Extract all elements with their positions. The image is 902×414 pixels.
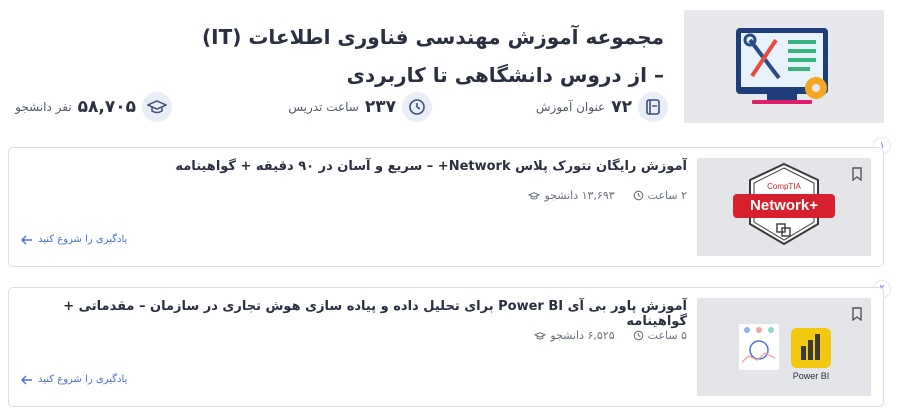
stat-students: ۵۸,۷۰۵ نفر دانشجو: [15, 92, 172, 122]
monitor-tools-icon: [684, 10, 884, 123]
start-learning-link[interactable]: یادگیری را شروع کنید: [21, 234, 127, 245]
stat-students-label: نفر دانشجو: [15, 100, 72, 114]
start-learning-label: یادگیری را شروع کنید: [38, 234, 128, 245]
course-students: ۶,۵۲۵ دانشجو: [550, 329, 615, 342]
arrow-left-icon: [21, 375, 32, 384]
arrow-left-icon: [21, 235, 32, 244]
course-meta: ۱۳,۶۹۳ دانشجو ۲ ساعت: [528, 189, 687, 202]
stat-students-value: ۵۸,۷۰۵: [77, 97, 136, 117]
stat-lessons-label: عنوان آموزش: [535, 100, 606, 114]
course-meta: ۶,۵۲۵ دانشجو ۵ ساعت: [534, 329, 687, 342]
collection-title: مجموعه آموزش مهندسی فناوری اطلاعات (IT) …: [201, 25, 664, 87]
clock-icon: [402, 92, 432, 122]
course-card[interactable]: Power BI آموزش پاور بی آی Power BI برای …: [8, 287, 884, 407]
start-learning-label: یادگیری را شروع کنید: [38, 374, 128, 385]
course-duration: ۵ ساعت: [647, 329, 687, 342]
course-card[interactable]: CompTIA Network+ آموزش رایگان نتورک پلاس…: [8, 147, 884, 267]
course-title[interactable]: آموزش رایگان نتورک پلاس Network+ – سریع …: [37, 159, 687, 174]
course-students: ۱۳,۶۹۳ دانشجو: [544, 189, 615, 202]
clock-icon: [633, 330, 643, 341]
course-title[interactable]: آموزش پاور بی آی Power BI برای تحلیل داد…: [37, 299, 687, 329]
thumb-brand-text: CompTIA: [767, 182, 801, 191]
graduation-cap-icon: [534, 331, 547, 340]
clock-icon: [633, 190, 643, 201]
bookmark-icon[interactable]: [851, 166, 863, 185]
stat-hours-label: ساعت تدریس: [288, 100, 359, 114]
course-duration: ۲ ساعت: [647, 189, 687, 202]
collection-thumbnail: [684, 10, 884, 123]
thumb-title-text: Network+: [750, 197, 818, 214]
course-thumbnail[interactable]: CompTIA Network+: [697, 158, 871, 256]
thumb-title-text: Power BI: [792, 371, 830, 381]
stat-hours-value: ۲۳۷: [364, 97, 396, 117]
stat-lessons: ۷۲ عنوان آموزش: [536, 92, 668, 122]
bookmark-icon[interactable]: [851, 306, 863, 325]
start-learning-link[interactable]: یادگیری را شروع کنید: [21, 374, 127, 385]
graduation-cap-icon: [142, 92, 172, 122]
stat-hours: ۲۳۷ ساعت تدریس: [288, 92, 432, 122]
stat-lessons-value: ۷۲: [611, 97, 632, 117]
book-icon: [638, 92, 668, 122]
course-thumbnail[interactable]: Power BI: [697, 298, 871, 396]
graduation-cap-icon: [528, 191, 541, 200]
